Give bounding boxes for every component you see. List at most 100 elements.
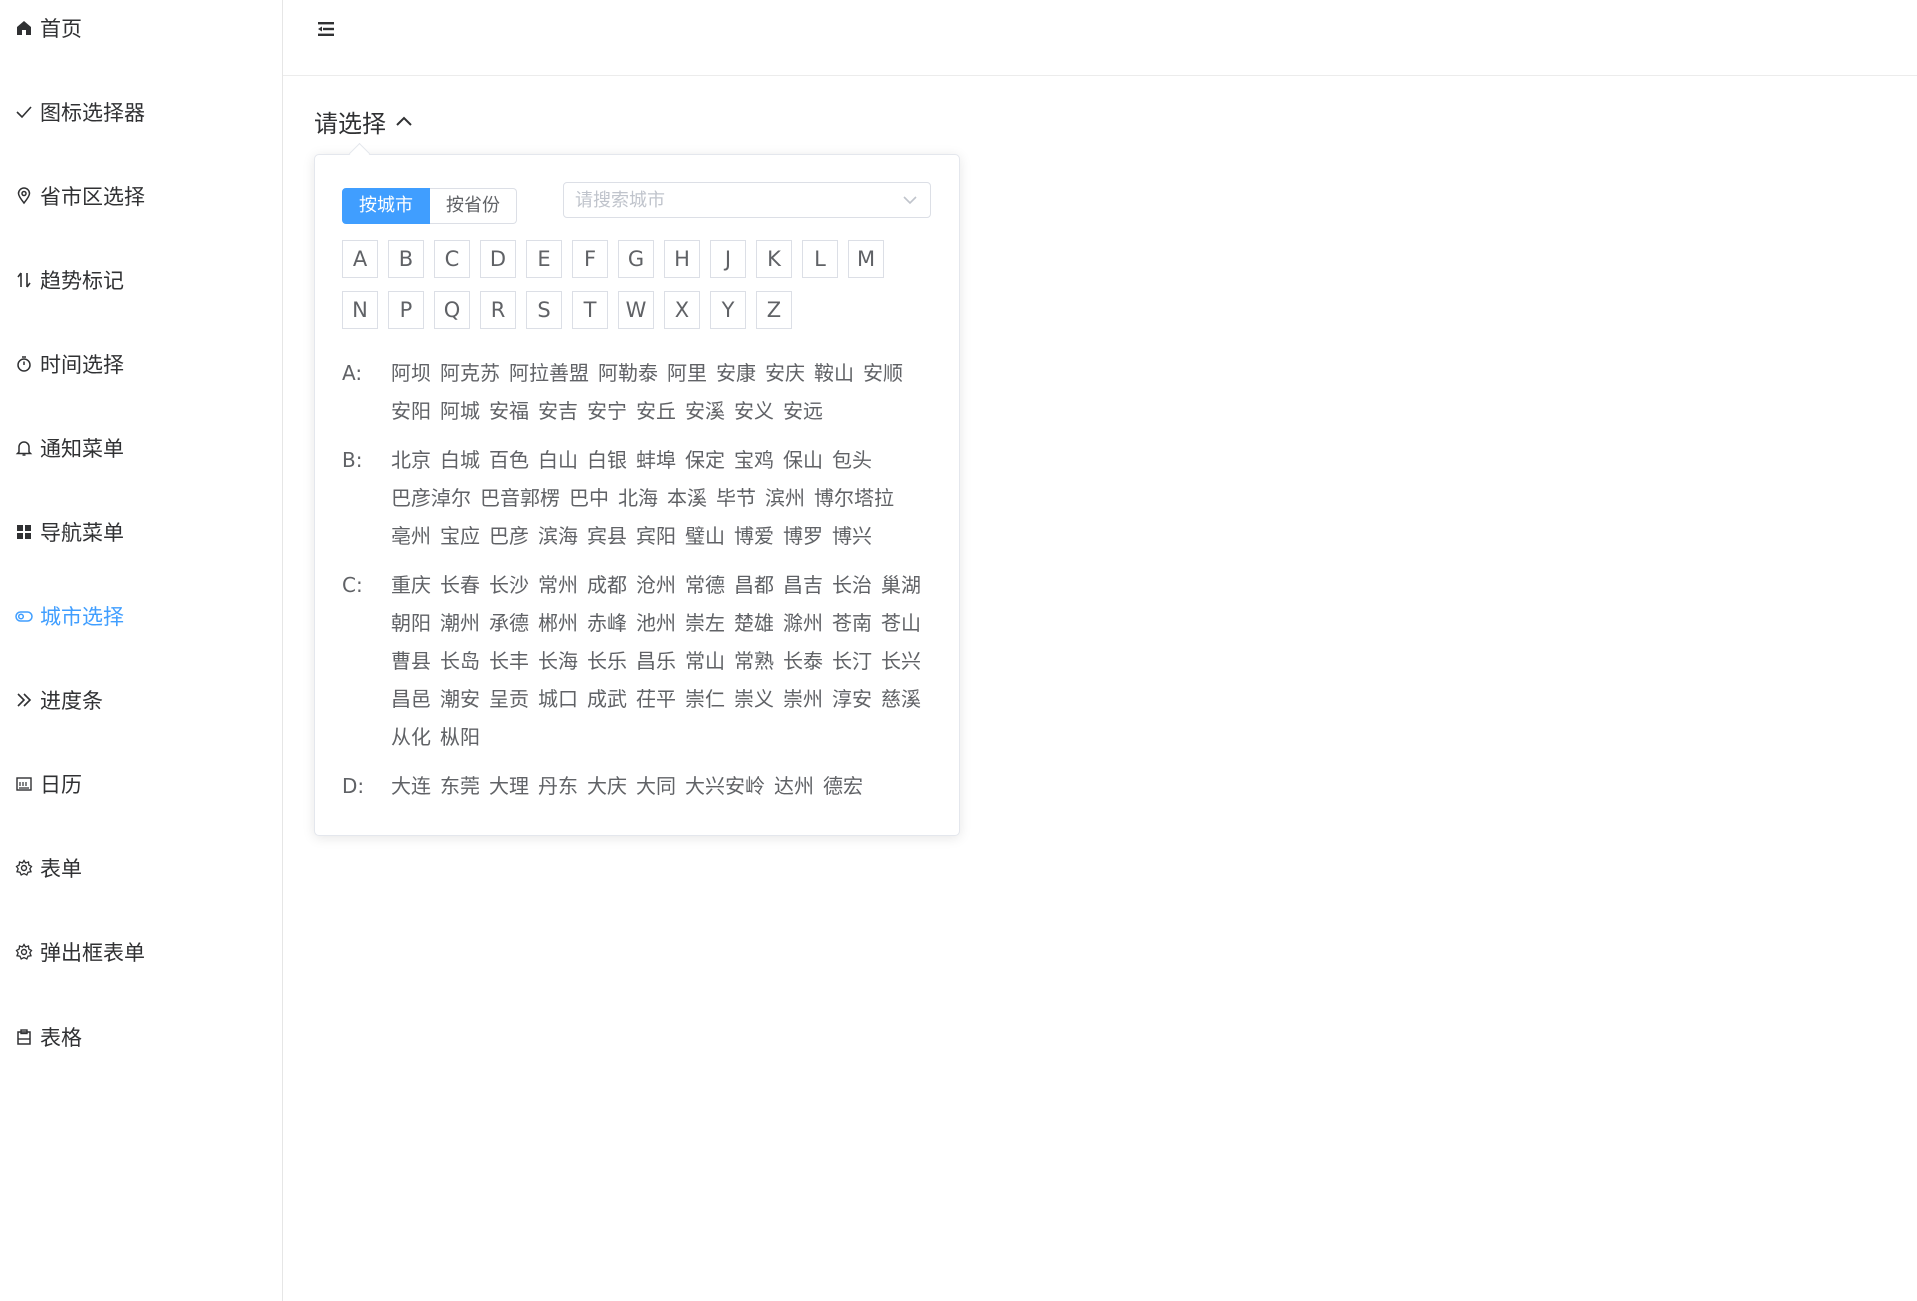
city-item[interactable]: 从化: [391, 718, 431, 756]
tab-by-city[interactable]: 按城市: [342, 188, 430, 224]
tab-by-province[interactable]: 按省份: [430, 188, 517, 224]
city-item[interactable]: 长泰: [783, 642, 823, 680]
city-item[interactable]: 阿坝: [391, 354, 431, 392]
search-input[interactable]: [564, 184, 900, 216]
city-item[interactable]: 赤峰: [587, 604, 627, 642]
sidebar-item-2[interactable]: 省市区选择: [14, 176, 145, 216]
city-item[interactable]: 安庆: [765, 354, 805, 392]
city-item[interactable]: 沧州: [636, 566, 676, 604]
letter-button[interactable]: L: [802, 240, 838, 278]
city-item[interactable]: 苍南: [832, 604, 872, 642]
city-item[interactable]: 白山: [538, 441, 578, 479]
letter-button[interactable]: X: [664, 291, 700, 329]
city-item[interactable]: 安宁: [587, 392, 627, 430]
city-item[interactable]: 长春: [440, 566, 480, 604]
city-item[interactable]: 枞阳: [440, 718, 480, 756]
city-item[interactable]: 保山: [783, 441, 823, 479]
letter-button[interactable]: B: [388, 240, 424, 278]
city-item[interactable]: 巢湖: [881, 566, 921, 604]
city-item[interactable]: 博兴: [832, 517, 872, 555]
city-item[interactable]: 东莞: [440, 767, 480, 805]
city-item[interactable]: 阿城: [440, 392, 480, 430]
city-item[interactable]: 常德: [685, 566, 725, 604]
city-item[interactable]: 本溪: [667, 479, 707, 517]
city-item[interactable]: 长汀: [832, 642, 872, 680]
letter-button[interactable]: R: [480, 291, 516, 329]
city-item[interactable]: 阿拉善盟: [509, 354, 589, 392]
sidebar-item-7[interactable]: 城市选择: [14, 596, 124, 636]
letter-button[interactable]: Z: [756, 291, 792, 329]
city-item[interactable]: 崇左: [685, 604, 725, 642]
fold-icon[interactable]: [315, 18, 337, 40]
letter-button[interactable]: S: [526, 291, 562, 329]
city-item[interactable]: 宾县: [587, 517, 627, 555]
city-item[interactable]: 安顺: [863, 354, 903, 392]
chevron-down-icon[interactable]: [900, 190, 920, 210]
city-item[interactable]: 常州: [538, 566, 578, 604]
city-item[interactable]: 宾阳: [636, 517, 676, 555]
city-item[interactable]: 巴彦: [489, 517, 529, 555]
sidebar-item-12[interactable]: 表格: [14, 1017, 82, 1057]
letter-button[interactable]: T: [572, 291, 608, 329]
city-item[interactable]: 朝阳: [391, 604, 431, 642]
city-item[interactable]: 崇义: [734, 680, 774, 718]
city-item[interactable]: 百色: [489, 441, 529, 479]
city-item[interactable]: 白银: [587, 441, 627, 479]
city-selector-trigger[interactable]: 请选择: [314, 104, 414, 139]
letter-button[interactable]: C: [434, 240, 470, 278]
letter-button[interactable]: Y: [710, 291, 746, 329]
letter-button[interactable]: M: [848, 240, 884, 278]
city-item[interactable]: 白城: [440, 441, 480, 479]
city-item[interactable]: 安丘: [636, 392, 676, 430]
city-item[interactable]: 长岛: [440, 642, 480, 680]
letter-button[interactable]: E: [526, 240, 562, 278]
city-item[interactable]: 长乐: [587, 642, 627, 680]
city-item[interactable]: 常熟: [734, 642, 774, 680]
city-item[interactable]: 大连: [391, 767, 431, 805]
city-item[interactable]: 呈贡: [489, 680, 529, 718]
city-item[interactable]: 潮安: [440, 680, 480, 718]
city-item[interactable]: 璧山: [685, 517, 725, 555]
city-item[interactable]: 安义: [734, 392, 774, 430]
city-item[interactable]: 德宏: [823, 767, 863, 805]
sidebar-item-11[interactable]: 弹出框表单: [14, 932, 145, 972]
city-item[interactable]: 北海: [618, 479, 658, 517]
city-item[interactable]: 宝应: [440, 517, 480, 555]
city-item[interactable]: 鞍山: [814, 354, 854, 392]
sidebar-item-8[interactable]: 进度条: [14, 680, 103, 720]
city-item[interactable]: 宝鸡: [734, 441, 774, 479]
city-item[interactable]: 茌平: [636, 680, 676, 718]
sidebar-item-5[interactable]: 通知菜单: [14, 428, 124, 468]
city-item[interactable]: 昌邑: [391, 680, 431, 718]
letter-button[interactable]: H: [664, 240, 700, 278]
city-item[interactable]: 保定: [685, 441, 725, 479]
letter-button[interactable]: P: [388, 291, 424, 329]
city-item[interactable]: 昌乐: [636, 642, 676, 680]
city-item[interactable]: 亳州: [391, 517, 431, 555]
city-item[interactable]: 池州: [636, 604, 676, 642]
city-item[interactable]: 郴州: [538, 604, 578, 642]
city-item[interactable]: 毕节: [716, 479, 756, 517]
sidebar-item-1[interactable]: 图标选择器: [14, 92, 145, 132]
city-item[interactable]: 曹县: [391, 642, 431, 680]
city-item[interactable]: 博罗: [783, 517, 823, 555]
city-item[interactable]: 蚌埠: [636, 441, 676, 479]
sidebar-item-9[interactable]: 日历: [14, 764, 82, 804]
letter-button[interactable]: G: [618, 240, 654, 278]
city-item[interactable]: 阿勒泰: [598, 354, 658, 392]
letter-button[interactable]: D: [480, 240, 516, 278]
city-item[interactable]: 楚雄: [734, 604, 774, 642]
city-item[interactable]: 大兴安岭: [685, 767, 765, 805]
city-item[interactable]: 承德: [489, 604, 529, 642]
city-item[interactable]: 崇仁: [685, 680, 725, 718]
letter-button[interactable]: F: [572, 240, 608, 278]
city-item[interactable]: 巴音郭楞: [480, 479, 560, 517]
city-item[interactable]: 安福: [489, 392, 529, 430]
city-search[interactable]: [563, 182, 931, 218]
city-item[interactable]: 阿克苏: [440, 354, 500, 392]
letter-button[interactable]: Q: [434, 291, 470, 329]
letter-button[interactable]: K: [756, 240, 792, 278]
city-item[interactable]: 常山: [685, 642, 725, 680]
city-item[interactable]: 长海: [538, 642, 578, 680]
city-item[interactable]: 安阳: [391, 392, 431, 430]
